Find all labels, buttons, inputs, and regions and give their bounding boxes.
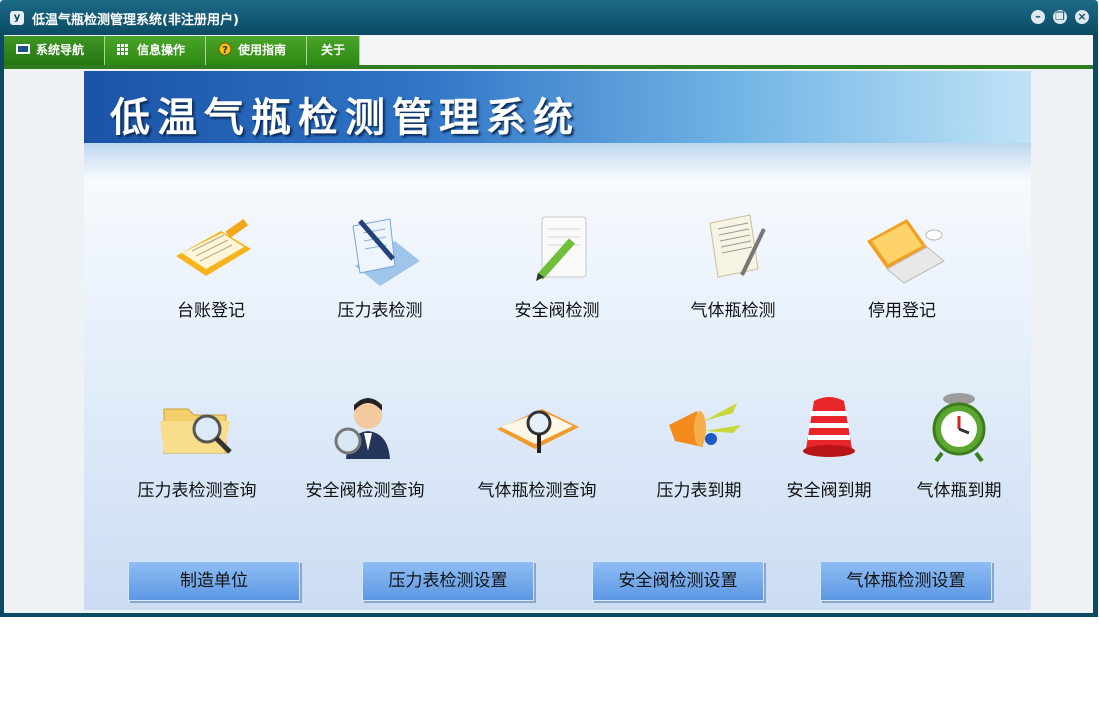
navigation-panel: 低温气瓶检测管理系统 台账登记 压力表检测 安全阀检测 气体瓶检测 停用登记 压… — [84, 71, 1031, 610]
tile-label: 安全阀检测查询 — [305, 481, 425, 501]
menu-info-operation[interactable]: 信息操作 — [105, 36, 206, 65]
tile-label: 压力表到期 — [656, 481, 742, 501]
minimize-icon[interactable]: – — [1031, 10, 1045, 24]
tile-safety-valve-query[interactable]: 安全阀检测查询 — [290, 391, 440, 511]
menu-label: 使用指南 — [238, 43, 287, 57]
title-bar[interactable]: y 低温气瓶检测管理系统(非注册用户) – ❐ × — [0, 0, 1098, 35]
alarm-clock-icon — [932, 393, 986, 463]
banner-glow — [84, 143, 1031, 179]
menu-about[interactable]: 关于 — [307, 36, 360, 65]
megaphone-icon — [669, 403, 741, 447]
laptop-icon — [867, 219, 945, 284]
app-logo-icon: y — [10, 11, 24, 25]
svg-text:?: ? — [222, 45, 228, 56]
tile-deactivation-register[interactable]: 停用登记 — [827, 211, 977, 331]
menu-label: 关于 — [320, 43, 345, 57]
menu-label: 信息操作 — [137, 43, 186, 57]
person-search-icon — [334, 398, 390, 459]
gas-cylinder-settings-button[interactable]: 气体瓶检测设置 — [820, 561, 992, 601]
tile-label: 气体瓶检测查询 — [477, 481, 597, 501]
pressure-gauge-settings-button[interactable]: 压力表检测设置 — [362, 561, 534, 601]
notepad-pencil-icon — [536, 216, 587, 281]
document-pen-icon — [352, 218, 420, 286]
client-area: 系统导航 信息操作 ? 使用指南 关于 低温气瓶检测管理系统 台账登记 压力表检… — [4, 35, 1093, 613]
menu-label: 系统导航 — [36, 43, 85, 57]
ledger-icon — [176, 218, 251, 276]
tile-pressure-gauge-query[interactable]: 压力表检测查询 — [122, 391, 272, 511]
close-icon[interactable]: × — [1075, 10, 1089, 24]
tile-label: 压力表检测查询 — [137, 481, 257, 501]
app-window: y 低温气瓶检测管理系统(非注册用户) – ❐ × 系统导航 信息操作 ? 使用指… — [0, 0, 1098, 617]
tile-label: 台账登记 — [177, 301, 245, 321]
tile-gas-cylinder-query[interactable]: 气体瓶检测查询 — [462, 391, 612, 511]
tile-safety-valve-expiry[interactable]: 安全阀到期 — [754, 391, 904, 511]
banner: 低温气瓶检测管理系统 — [84, 71, 1031, 143]
tile-safety-valve-test[interactable]: 安全阀检测 — [482, 211, 632, 331]
paper-pen-icon — [709, 214, 766, 278]
tile-label: 安全阀检测 — [514, 301, 600, 321]
menu-bar: 系统导航 信息操作 ? 使用指南 关于 — [4, 35, 1093, 65]
tile-pressure-gauge-test[interactable]: 压力表检测 — [305, 211, 455, 331]
monitor-icon — [16, 38, 30, 54]
safety-valve-settings-button[interactable]: 安全阀检测设置 — [592, 561, 764, 601]
folder-search-icon — [160, 408, 232, 454]
help-icon: ? — [218, 38, 232, 56]
tile-label: 气体瓶检测 — [690, 301, 776, 321]
window-title: 低温气瓶检测管理系统(非注册用户) — [32, 13, 239, 28]
tile-ledger-register[interactable]: 台账登记 — [136, 211, 286, 331]
tile-label: 气体瓶到期 — [916, 481, 1002, 501]
manufacturer-button[interactable]: 制造单位 — [128, 561, 300, 601]
grid-icon — [117, 38, 131, 55]
tile-pressure-gauge-expiry[interactable]: 压力表到期 — [624, 391, 774, 511]
tile-label: 安全阀到期 — [786, 481, 872, 501]
alarm-bell-icon — [803, 397, 855, 457]
menu-system-navigation[interactable]: 系统导航 — [4, 36, 105, 65]
menu-user-guide[interactable]: ? 使用指南 — [206, 36, 307, 65]
tile-gas-cylinder-test[interactable]: 气体瓶检测 — [658, 211, 808, 331]
tile-label: 停用登记 — [868, 301, 936, 321]
book-search-icon — [497, 409, 579, 453]
menu-divider — [4, 65, 1093, 69]
tile-gas-cylinder-expiry[interactable]: 气体瓶到期 — [884, 391, 1034, 511]
tile-label: 压力表检测 — [337, 301, 423, 321]
restore-icon[interactable]: ❐ — [1053, 10, 1067, 24]
banner-title: 低温气瓶检测管理系统 — [110, 95, 580, 141]
